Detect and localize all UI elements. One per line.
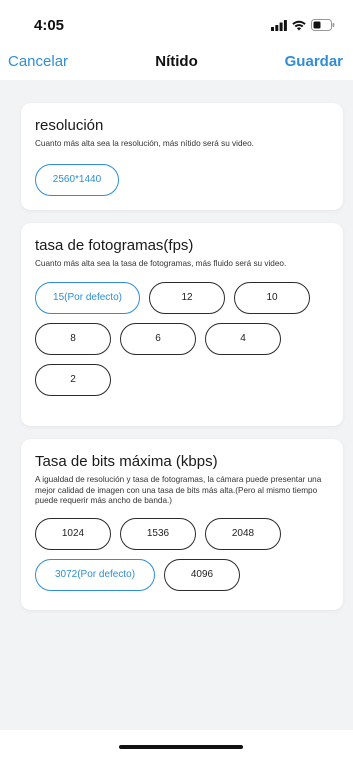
bitrate-option-1024[interactable]: 1024 xyxy=(35,517,111,550)
bitrate-option-3072[interactable]: 3072(Por defecto) xyxy=(35,558,155,591)
fps-option-6[interactable]: 6 xyxy=(120,322,196,355)
bitrate-option-4096[interactable]: 4096 xyxy=(164,558,240,591)
resolution-card: resolución Cuanto más alta sea la resolu… xyxy=(21,103,343,210)
fps-option-2[interactable]: 2 xyxy=(35,363,111,396)
resolution-options: 2560*1440 xyxy=(35,163,329,196)
bitrate-description: A igualdad de resolución y tasa de fotog… xyxy=(35,475,322,505)
fps-card: tasa de fotogramas(fps) Cuanto más alta … xyxy=(21,223,343,426)
resolution-option-2560x1440[interactable]: 2560*1440 xyxy=(35,163,119,196)
fps-option-15[interactable]: 15(Por defecto) xyxy=(35,281,140,314)
status-bar: 4:05 xyxy=(0,0,353,44)
fps-option-4[interactable]: 4 xyxy=(205,322,281,355)
fps-title: tasa de fotogramas(fps) xyxy=(35,237,194,254)
cancel-button[interactable]: Cancelar xyxy=(8,53,68,70)
battery-icon xyxy=(311,19,335,31)
fps-option-12[interactable]: 12 xyxy=(149,281,225,314)
save-button[interactable]: Guardar xyxy=(285,53,343,70)
resolution-description: Cuanto más alta sea la resolución, más n… xyxy=(35,139,254,148)
bottom-safe-area xyxy=(0,730,353,758)
fps-option-8[interactable]: 8 xyxy=(35,322,111,355)
fps-options: 15(Por defecto) 12 10 8 6 4 2 xyxy=(35,281,329,396)
status-icons xyxy=(271,19,335,31)
wifi-icon xyxy=(292,20,306,30)
navigation-bar: Cancelar Nítido Guardar xyxy=(0,44,353,80)
status-time: 4:05 xyxy=(34,17,65,34)
bitrate-option-1536[interactable]: 1536 xyxy=(120,517,196,550)
fps-description: Cuanto más alta sea la tasa de fotograma… xyxy=(35,259,287,268)
resolution-title: resolución xyxy=(35,117,104,134)
bitrate-title: Tasa de bits máxima (kbps) xyxy=(35,453,218,470)
fps-option-10[interactable]: 10 xyxy=(234,281,310,314)
bitrate-card: Tasa de bits máxima (kbps) A igualdad de… xyxy=(21,439,343,610)
bitrate-option-2048[interactable]: 2048 xyxy=(205,517,281,550)
bitrate-options: 1024 1536 2048 3072(Por defecto) 4096 xyxy=(35,517,329,591)
home-indicator[interactable] xyxy=(119,745,243,749)
signal-icon xyxy=(271,19,287,31)
